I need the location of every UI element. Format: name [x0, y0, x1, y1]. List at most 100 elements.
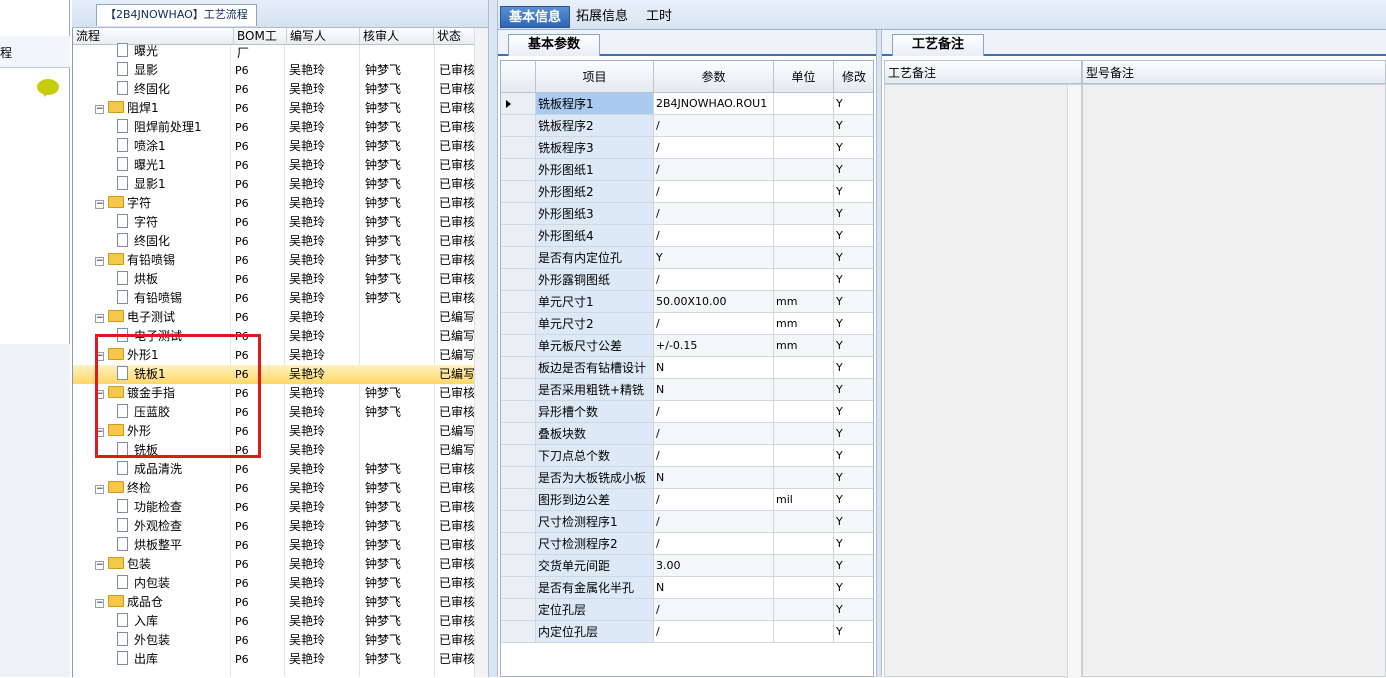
param-row[interactable]: 是否为大板铣成小板 N Y	[501, 467, 873, 489]
row-header[interactable]	[501, 357, 536, 379]
param-cell-unit[interactable]: mm	[774, 291, 834, 313]
param-cell-value[interactable]: /	[654, 401, 774, 423]
row-header[interactable]	[501, 379, 536, 401]
param-cell-mod[interactable]: Y	[834, 115, 873, 137]
param-cell-mod[interactable]: Y	[834, 423, 873, 445]
param-row[interactable]: 单元板尺寸公差 +/-0.15 mm Y	[501, 335, 873, 357]
param-cell-unit[interactable]	[774, 247, 834, 269]
tree-row[interactable]: 显影1 P6 吴艳玲 钟梦飞 已审核	[73, 175, 475, 194]
row-header[interactable]	[501, 93, 536, 115]
param-row[interactable]: 内定位孔层 / Y	[501, 621, 873, 643]
param-cell-unit[interactable]: mm	[774, 313, 834, 335]
panel-splitter[interactable]	[488, 0, 498, 677]
tree-row[interactable]: 烘板整平 P6 吴艳玲 钟梦飞 已审核	[73, 536, 475, 555]
param-cell-value[interactable]: /	[654, 621, 774, 643]
param-cell-value[interactable]: /	[654, 225, 774, 247]
param-cell-unit[interactable]	[774, 115, 834, 137]
tab-work-hours[interactable]: 工时	[638, 6, 680, 28]
param-cell-unit[interactable]	[774, 225, 834, 247]
row-header[interactable]	[501, 247, 536, 269]
collapse-icon[interactable]: −	[95, 599, 104, 608]
param-cell-value[interactable]: /	[654, 423, 774, 445]
param-row[interactable]: 铣板程序3/ Y	[501, 137, 873, 159]
grid-header-value[interactable]: 参数	[654, 61, 774, 93]
param-cell-unit[interactable]	[774, 511, 834, 533]
left-nav-header[interactable]: 程	[0, 36, 70, 97]
param-cell-mod[interactable]: Y	[834, 357, 873, 379]
param-cell-value[interactable]: /	[654, 533, 774, 555]
param-cell-value[interactable]: 3.00	[654, 555, 774, 577]
tree-row[interactable]: 外观检查 P6 吴艳玲 钟梦飞 已审核	[73, 517, 475, 536]
param-row[interactable]: 下刀点总个数 / Y	[501, 445, 873, 467]
tab-basic-info[interactable]: 基本信息	[500, 6, 571, 28]
row-header[interactable]	[501, 445, 536, 467]
param-row[interactable]: 铣板程序2/ Y	[501, 115, 873, 137]
row-header[interactable]	[501, 401, 536, 423]
param-cell-mod[interactable]: Y	[834, 467, 873, 489]
tree-row[interactable]: 终固化 P6 吴艳玲 钟梦飞 已审核	[73, 232, 475, 251]
tree-row[interactable]: 终固化 P6 吴艳玲 钟梦飞 已审核	[73, 80, 475, 99]
grid-header-modify[interactable]: 修改	[834, 61, 873, 93]
row-header[interactable]	[501, 225, 536, 247]
param-row[interactable]: 尺寸检测程序2/ Y	[501, 533, 873, 555]
param-cell-mod[interactable]: Y	[834, 137, 873, 159]
row-header[interactable]	[501, 577, 536, 599]
collapse-icon[interactable]: −	[95, 314, 104, 323]
param-cell-mod[interactable]: Y	[834, 555, 873, 577]
row-header[interactable]	[501, 313, 536, 335]
param-cell-mod[interactable]: Y	[834, 577, 873, 599]
param-row[interactable]: 叠板块数 / Y	[501, 423, 873, 445]
param-cell-unit[interactable]	[774, 423, 834, 445]
panel-splitter-2[interactable]	[876, 30, 882, 677]
row-header[interactable]	[501, 533, 536, 555]
param-cell-mod[interactable]: Y	[834, 93, 873, 115]
param-cell-unit[interactable]: mm	[774, 335, 834, 357]
param-cell-value[interactable]: N	[654, 467, 774, 489]
param-cell-unit[interactable]	[774, 577, 834, 599]
param-cell-value[interactable]: Y	[654, 247, 774, 269]
tree-row[interactable]: 字符 P6 吴艳玲 钟梦飞 已审核	[73, 213, 475, 232]
param-cell-value[interactable]: /	[654, 313, 774, 335]
param-row[interactable]: 异形槽个数 / Y	[501, 401, 873, 423]
tree-row[interactable]: 外包装 P6 吴艳玲 钟梦飞 已审核	[73, 631, 475, 650]
tree-row[interactable]: 显影 P6 吴艳玲 钟梦飞 已审核	[73, 61, 475, 80]
param-cell-unit[interactable]	[774, 181, 834, 203]
param-cell-mod[interactable]: Y	[834, 511, 873, 533]
tree-row[interactable]: 功能检查 P6 吴艳玲 钟梦飞 已审核	[73, 498, 475, 517]
param-cell-value[interactable]: /	[654, 445, 774, 467]
param-cell-mod[interactable]: Y	[834, 489, 873, 511]
param-cell-value[interactable]: /	[654, 115, 774, 137]
tree-scrollbar[interactable]	[474, 28, 488, 677]
row-header[interactable]	[501, 115, 536, 137]
param-row[interactable]: 外形图纸1/ Y	[501, 159, 873, 181]
param-cell-value[interactable]: /	[654, 159, 774, 181]
chat-bubble-icon[interactable]	[37, 79, 59, 97]
tab-extended-info[interactable]: 拓展信息	[568, 6, 636, 28]
param-cell-mod[interactable]: Y	[834, 599, 873, 621]
tree-row[interactable]: − 电子测试 P6 吴艳玲 已编写	[73, 308, 475, 327]
param-cell-value[interactable]: 2B4JNOWHAO.ROU1	[654, 93, 774, 115]
param-row[interactable]: 铣板程序1 2B4JNOWHAO.ROU1 Y	[501, 93, 873, 115]
tab-process-notes[interactable]: 工艺备注	[892, 34, 984, 56]
tree-row[interactable]: − 成品仓 P6 吴艳玲 钟梦飞 已审核	[73, 593, 475, 612]
row-header[interactable]	[501, 137, 536, 159]
param-cell-value[interactable]: /	[654, 181, 774, 203]
notes-scrollbar[interactable]	[1067, 85, 1081, 678]
row-header[interactable]	[501, 269, 536, 291]
param-cell-unit[interactable]	[774, 599, 834, 621]
row-header[interactable]	[501, 621, 536, 643]
param-cell-value[interactable]: N	[654, 357, 774, 379]
param-row[interactable]: 单元尺寸1 50.00X10.00 mm Y	[501, 291, 873, 313]
param-row[interactable]: 定位孔层 / Y	[501, 599, 873, 621]
row-header[interactable]	[501, 599, 536, 621]
tree-row[interactable]: 曝光1 P6 吴艳玲 钟梦飞 已审核	[73, 156, 475, 175]
param-cell-mod[interactable]: Y	[834, 401, 873, 423]
tree-row[interactable]: 烘板 P6 吴艳玲 钟梦飞 已审核	[73, 270, 475, 289]
row-header[interactable]	[501, 489, 536, 511]
param-row[interactable]: 是否有金属化半孔 N Y	[501, 577, 873, 599]
param-cell-value[interactable]: /	[654, 137, 774, 159]
param-cell-unit[interactable]	[774, 93, 834, 115]
collapse-icon[interactable]: −	[95, 200, 104, 209]
tree-row[interactable]: − 终检 P6 吴艳玲 钟梦飞 已审核	[73, 479, 475, 498]
row-header[interactable]	[501, 291, 536, 313]
